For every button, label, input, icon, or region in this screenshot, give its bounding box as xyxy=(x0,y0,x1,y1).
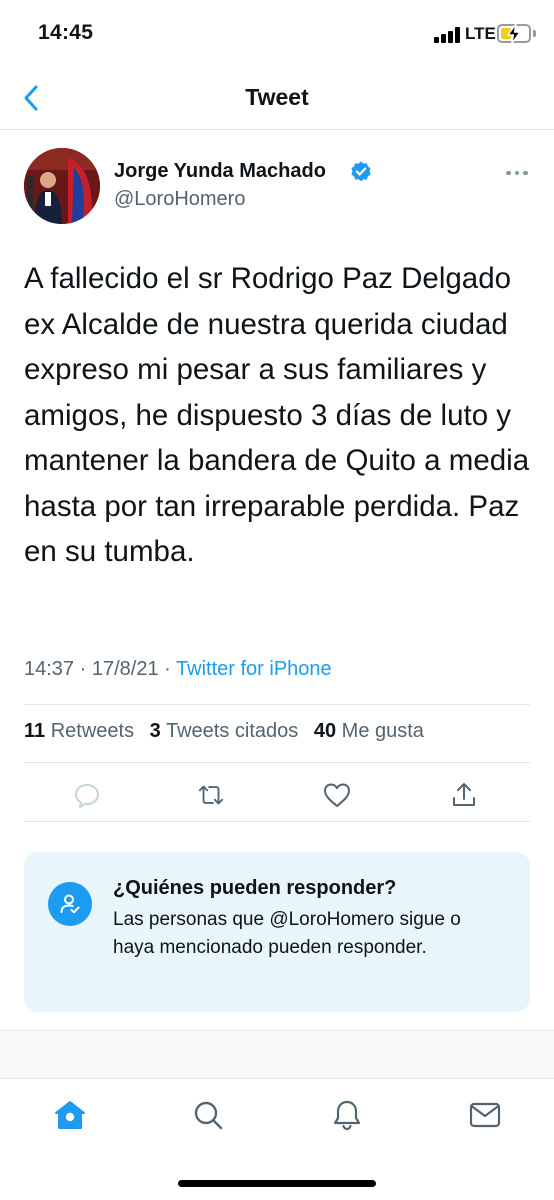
divider xyxy=(24,704,530,705)
tweet-actions xyxy=(24,770,530,820)
replies-area xyxy=(0,1030,554,1078)
share-button[interactable] xyxy=(449,780,479,810)
like-icon xyxy=(324,783,350,807)
reply-restriction-icon xyxy=(48,882,92,926)
notifications-icon xyxy=(333,1100,361,1131)
likes-count[interactable]: 40 xyxy=(314,720,336,742)
user-check-icon xyxy=(60,894,80,914)
reply-button[interactable] xyxy=(72,780,102,810)
tab-notifications[interactable] xyxy=(327,1095,367,1135)
likes-label[interactable]: Me gusta xyxy=(342,720,424,742)
tweet-time: 14:37 xyxy=(24,658,75,680)
tab-search[interactable] xyxy=(188,1095,228,1135)
tab-home[interactable] xyxy=(50,1095,90,1135)
reply-restriction-card: ¿Quiénes pueden responder? Las personas … xyxy=(24,852,530,1012)
more-options-button[interactable] xyxy=(500,164,534,182)
share-icon xyxy=(453,783,475,806)
page-title: Tweet xyxy=(245,84,309,110)
tweet-date: 17/8/21 xyxy=(91,658,159,680)
search-icon xyxy=(194,1101,223,1130)
divider xyxy=(24,821,530,822)
status-bar: 14:45 LTE xyxy=(0,0,554,68)
network-type: LTE xyxy=(465,24,496,43)
reply-restriction-title: ¿Quiénes pueden responder? xyxy=(113,877,397,899)
author-handle[interactable]: @LoroHomero xyxy=(114,188,245,211)
retweet-icon xyxy=(198,785,224,805)
verified-badge-icon xyxy=(351,161,371,182)
quotes-count[interactable]: 3 xyxy=(150,720,161,742)
home-indicator xyxy=(178,1180,376,1187)
meta-separator: · xyxy=(164,658,171,680)
reply-restriction-body: Las personas que @LoroHomero sigue o hay… xyxy=(113,909,461,958)
tweet-source-link[interactable]: Twitter for iPhone xyxy=(176,658,332,680)
tab-messages[interactable] xyxy=(465,1095,505,1135)
retweet-button[interactable] xyxy=(196,780,226,810)
quotes-label[interactable]: Tweets citados xyxy=(166,720,298,742)
charging-icon xyxy=(507,23,521,45)
avatar-photo xyxy=(24,148,100,224)
author-name[interactable]: Jorge Yunda Machado xyxy=(114,160,326,183)
avatar[interactable] xyxy=(24,148,100,224)
battery-nub xyxy=(533,30,536,37)
retweets-label[interactable]: Retweets xyxy=(51,720,134,742)
header: Tweet xyxy=(0,68,554,130)
retweets-count[interactable]: 11 xyxy=(24,720,45,742)
tweet-text: A fallecido el sr Rodrigo Paz Delgado ex… xyxy=(24,262,530,568)
home-icon xyxy=(55,1101,85,1129)
meta-separator: · xyxy=(79,658,87,680)
reply-icon xyxy=(75,784,99,808)
like-button[interactable] xyxy=(322,780,352,810)
status-time: 14:45 xyxy=(38,21,94,44)
divider xyxy=(24,762,530,763)
signal-icon xyxy=(434,27,460,43)
messages-icon xyxy=(469,1102,501,1128)
tweet-stats: 11 Retweets 3 Tweets citados 40 Me gusta xyxy=(24,720,434,743)
tweet-meta: 14:37 · 17/8/21 · Twitter for iPhone xyxy=(24,658,332,681)
